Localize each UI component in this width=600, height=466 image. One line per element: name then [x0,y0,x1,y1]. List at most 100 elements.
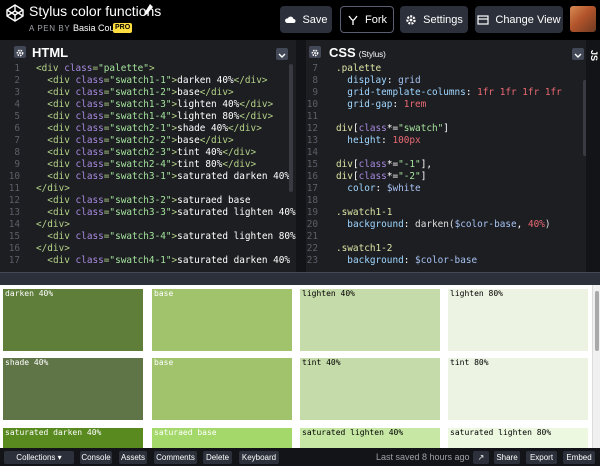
html-pane-menu-button[interactable] [276,48,288,60]
edit-title-pencil-icon[interactable] [144,4,153,16]
code-line: 17 <div class="swatch4-1">saturated dark… [0,255,296,267]
code-text: <div class="swatch3-3">saturated lighten… [36,207,295,219]
code-token: : [375,183,387,194]
code-token: *= [386,171,399,182]
code-line: 19 .swatch1-1 [306,207,586,219]
export-button[interactable]: Export [526,451,557,464]
code-token: "swatch4-1" [109,255,172,266]
change-view-button[interactable]: Change View [475,6,563,33]
chevron-down-icon [278,53,286,58]
code-token: "swatch1-1" [109,75,172,86]
code-token: ], [420,159,432,170]
code-text: <div class="swatch3-2">saturaed base [36,195,250,207]
code-token: <div [47,147,76,158]
code-token: div [336,171,353,182]
share-button[interactable]: Share [494,451,520,464]
code-text: background: darken($color-base, 40%) [336,219,551,231]
code-line: 12 div[class*="swatch"] [306,123,586,135]
line-number: 6 [14,123,20,134]
settings-button[interactable]: Settings [400,6,468,33]
keyboard-button[interactable]: Keyboard [239,451,279,464]
js-editor-collapsed-tab[interactable]: JS [586,40,600,272]
fork-button[interactable]: Fork [340,6,394,33]
assets-button[interactable]: Assets [119,451,147,464]
embed-button[interactable]: Embed [563,451,595,464]
settings-label: Settings [423,13,463,26]
open-external-button[interactable]: ↗ [473,451,489,464]
html-editor-scrollbar[interactable] [289,64,293,192]
delete-button[interactable]: Delete [203,451,232,464]
css-code-editor[interactable]: 7 .palette 8 display: grid 9 grid-template-… [306,62,586,272]
css-pane-menu-button[interactable] [572,48,584,60]
code-text: div[class*="-2"] [336,171,426,183]
code-line: 17 color: $white [306,183,586,195]
code-token: class [75,87,104,98]
code-line: 2 <div class="swatch1-1">darken 40%</div… [0,75,296,87]
code-token: ) [544,219,551,230]
line-number: 17 [306,183,318,194]
code-token: "swatch" [398,123,444,134]
code-token: class [75,75,104,86]
comments-button[interactable]: Comments [154,451,197,464]
code-line: 9 <div class="swatch2-4">tint 80%</div> [0,159,296,171]
code-text: background: $color-base [336,255,477,267]
code-token: tint 80% [177,159,223,170]
code-text: .swatch1-1 [336,207,392,219]
code-token: <div [47,255,76,266]
preview-scrollbar[interactable] [592,285,600,448]
pen-title[interactable]: Stylus color functions [29,2,161,20]
line-number: 16 [306,171,318,182]
code-token: "swatch1-3" [109,99,172,110]
code-text: grid-template-columns: 1fr 1fr 1fr 1fr [336,87,562,99]
line-number: 1 [14,63,20,74]
fork-icon [348,15,358,25]
code-token: <div [47,231,76,242]
code-text: <div class="swatch1-1">darken 40%</div> [36,75,267,87]
code-line: 9 grid-template-columns: 1fr 1fr 1fr 1fr [306,87,586,99]
code-token: </div> [36,219,70,230]
code-token: $white [386,183,421,194]
code-text: </div> [36,219,70,231]
console-button[interactable]: Console [80,451,112,464]
code-token: "swatch2-2" [109,135,172,146]
css-pane-title: CSS (Stylus) [329,45,386,62]
js-tab-label: JS [589,50,599,62]
line-number: 22 [306,243,318,254]
code-token: display [347,75,387,86]
user-avatar[interactable] [570,6,596,32]
html-settings-button[interactable] [14,46,26,58]
code-token: "swatch3-3" [109,207,172,218]
gear-icon [16,49,24,57]
code-token: <div [47,111,76,122]
css-settings-button[interactable] [309,46,321,58]
code-line: 3 <div class="swatch1-2">base</div> [0,87,296,99]
line-number: 7 [312,63,318,74]
code-token: > [148,63,155,74]
color-swatch: saturaed base [152,428,292,448]
code-token: class [64,63,93,74]
color-swatch: base [152,358,292,420]
header-bar: Stylus color functions A PEN BY Basia Co… [0,0,600,40]
code-token: </div> [36,243,70,254]
collections-label: Collections [16,453,56,462]
preview-scrollbar-thumb[interactable] [595,291,599,351]
code-token: class [75,99,104,110]
save-button[interactable]: Save [280,6,332,33]
line-number: 14 [8,219,20,230]
preview-resize-handle[interactable] [0,272,600,285]
line-number: 10 [8,171,20,182]
collections-dropdown[interactable]: Collections ▾ [4,451,74,464]
code-line: 16 </div> [0,243,296,255]
byline-prefix: A PEN BY [29,24,71,33]
code-token: "swatch2-1" [109,123,172,134]
codepen-logo-icon[interactable] [6,4,24,22]
code-line: 8 display: grid [306,75,586,87]
line-number: 9 [14,159,20,170]
line-number: 10 [306,99,318,110]
html-code-editor[interactable]: 1 <div class="palette"> 2 <div class="swat… [0,62,296,272]
